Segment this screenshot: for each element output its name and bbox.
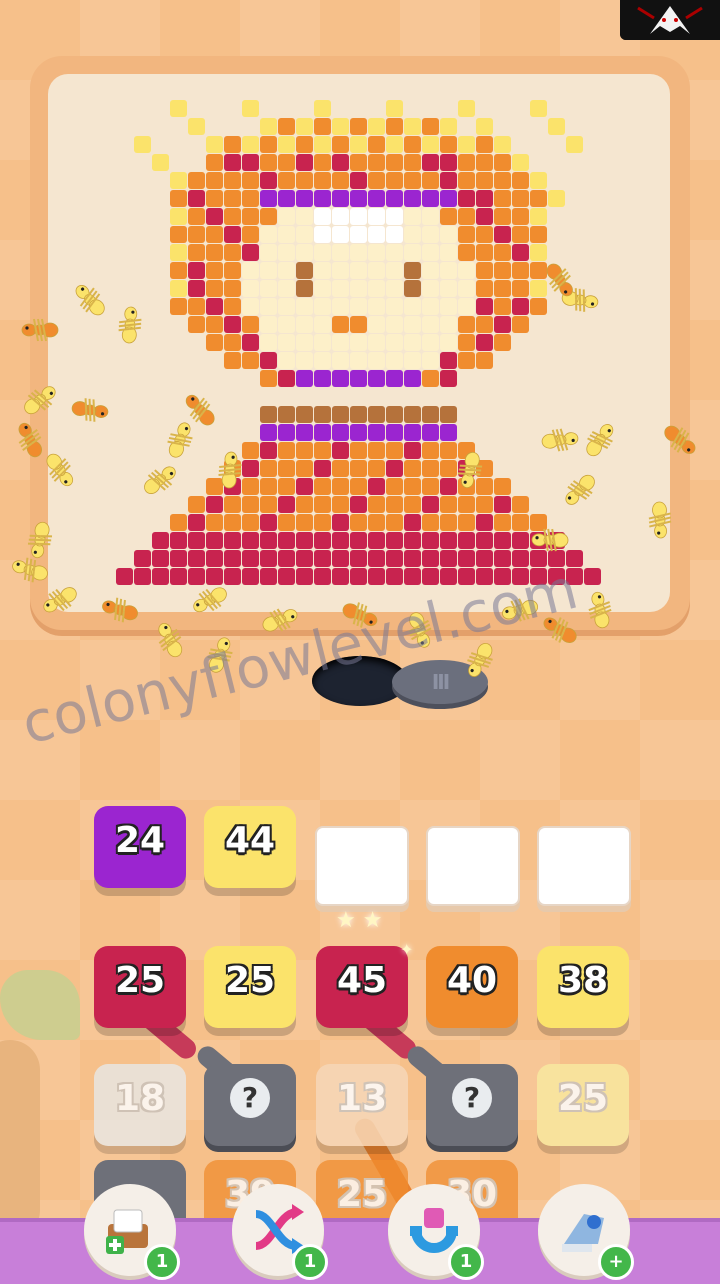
sparkle-icon: ★ ★	[336, 908, 383, 933]
tile-count: 25	[224, 960, 276, 1001]
booster-count-badge: 1	[448, 1244, 484, 1280]
tile-count: 25	[114, 960, 166, 1001]
add-tray-booster-button[interactable]: 1	[84, 1184, 180, 1280]
tile-count: 24	[114, 820, 166, 861]
empty-queue-slot	[537, 826, 631, 906]
booster-count-badge: 1	[292, 1244, 328, 1280]
color-tile[interactable]: 38	[537, 946, 629, 1028]
tile-count: 18	[114, 1078, 166, 1119]
locked-color-tile: 13	[316, 1064, 408, 1146]
color-tile[interactable]: 25	[94, 946, 186, 1028]
booster-count-badge: 1	[144, 1244, 180, 1280]
tile-count: 38	[557, 960, 609, 1001]
booster-count-badge: +	[598, 1244, 634, 1280]
empty-queue-slot	[315, 826, 409, 906]
color-tile[interactable]: 25	[204, 946, 296, 1028]
tile-count: 40	[446, 960, 498, 1001]
tile-count: 25	[557, 1078, 609, 1119]
magnet-booster-button[interactable]: 1	[388, 1184, 484, 1280]
locked-color-tile: 18	[94, 1064, 186, 1146]
locked-color-tile: 25	[537, 1064, 629, 1146]
color-tile[interactable]: 40	[426, 946, 518, 1028]
tree-trunk-decoration	[0, 1040, 40, 1240]
tile-count: 13	[336, 1078, 388, 1119]
empty-queue-slot	[426, 826, 520, 906]
question-mark-icon: ?	[452, 1078, 492, 1118]
vacuum-booster-button[interactable]: +	[538, 1184, 634, 1280]
mystery-tile[interactable]: ?	[426, 1064, 518, 1146]
mystery-tile[interactable]: ?	[204, 1064, 296, 1146]
tile-count: 45	[336, 960, 388, 1001]
queue-tile[interactable]: 44	[204, 806, 296, 888]
shuffle-arrows-booster-button[interactable]: 1	[232, 1184, 328, 1280]
queue-tile[interactable]: 24	[94, 806, 186, 888]
question-mark-icon: ?	[230, 1078, 270, 1118]
color-tile[interactable]: 45	[316, 946, 408, 1028]
tile-count: 44	[224, 820, 276, 861]
pixel-art-picture	[116, 100, 601, 585]
sparkle-icon: ✦	[400, 940, 414, 959]
channel-logo	[620, 0, 720, 40]
